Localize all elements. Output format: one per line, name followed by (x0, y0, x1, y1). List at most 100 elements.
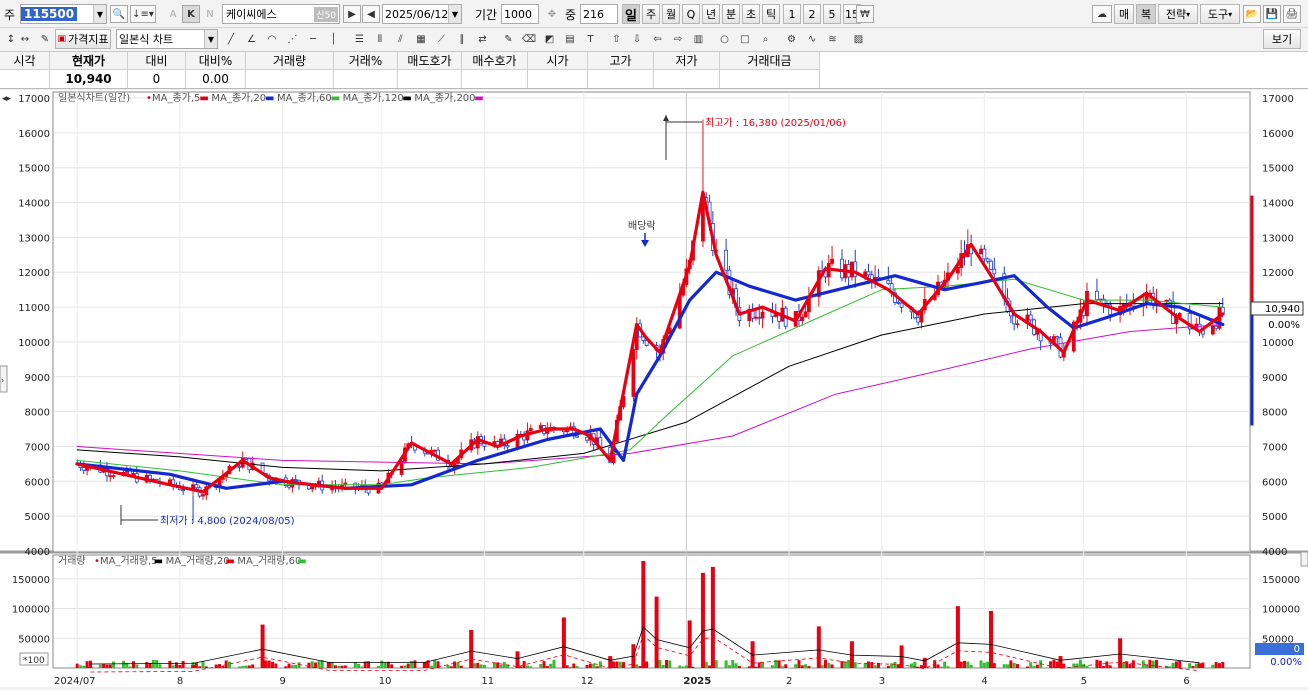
x-tick-label: 2024/07 (54, 676, 96, 687)
count-input[interactable]: 216 (580, 4, 618, 24)
trend-tool-icon[interactable]: ⟋ (433, 30, 451, 48)
candle-body (1095, 290, 1099, 301)
w-interval-button[interactable]: ₩ (856, 5, 874, 23)
text-icon[interactable]: T (582, 30, 600, 48)
channel-tool-icon[interactable]: ⫽ (392, 30, 410, 48)
chevron-down-icon[interactable]: ▼ (204, 30, 217, 48)
fan-tool-icon[interactable]: ⋰ (284, 30, 302, 48)
pencil-icon[interactable]: ✎ (500, 30, 518, 48)
price-tick-left: 8000 (25, 408, 50, 419)
cloud-icon[interactable]: ☁ (1092, 5, 1112, 23)
interval-button[interactable]: Q (682, 4, 700, 24)
n-button[interactable]: N (201, 5, 219, 23)
volume-bar (873, 665, 877, 668)
stock-code-combo[interactable]: 115500 ▼ (20, 4, 107, 24)
quote-value: 0.00 (186, 70, 246, 88)
line-tool-icon[interactable]: ╱ (222, 30, 240, 48)
print-icon[interactable]: 🖨 (1283, 5, 1301, 23)
zoom-icon[interactable]: ⌕ (757, 30, 775, 48)
period-input[interactable]: 1000 (501, 4, 539, 24)
volume-bar (700, 572, 705, 668)
erase-icon[interactable]: ⌫ (520, 30, 538, 48)
parallel-tool-icon[interactable]: ∥ (453, 30, 471, 48)
up-arrow-icon[interactable]: ⇧ (608, 30, 626, 48)
next-arrow-icon[interactable]: ▶ (343, 5, 361, 23)
view-button[interactable]: 보기 (1263, 29, 1301, 49)
volume-legend-marker: ▬ (154, 556, 163, 567)
period-tool-icon[interactable]: ▦ (412, 30, 430, 48)
volume-bar (390, 664, 394, 668)
price-legend-marker: ▬ (265, 93, 274, 104)
left-arrow-icon[interactable]: ⇦ (649, 30, 667, 48)
volume-panel (52, 554, 1251, 669)
interval-button[interactable]: 틱 (762, 4, 780, 24)
buy-button[interactable]: 매 (1114, 4, 1134, 24)
a-button[interactable]: A (164, 5, 182, 23)
stock-name: 케이씨에스 (226, 8, 277, 21)
chart-type-select[interactable]: 일본식 차트 ▼ (116, 29, 218, 49)
interval-button[interactable]: 5 (823, 4, 841, 24)
volume-bar (1058, 656, 1063, 668)
rect-icon[interactable]: □ (736, 30, 754, 48)
fill-icon[interactable]: ◩ (541, 30, 559, 48)
hline-tool-icon[interactable]: ─ (304, 30, 322, 48)
save-icon[interactable]: 💾 (1263, 5, 1281, 23)
volume-tick-left: 50000 (18, 634, 50, 645)
chart-area[interactable]: 4000 4000 5000 5000 6000 6000 7000 7000 8000 8000… (0, 90, 1308, 687)
folder-icon[interactable]: 📂 (1243, 5, 1261, 23)
wave-icon[interactable]: ∿ (803, 30, 821, 48)
vline-tool-icon[interactable]: │ (325, 30, 343, 48)
interval-button[interactable]: 년 (702, 4, 720, 24)
strategy-button[interactable]: 전략 ▾ (1158, 4, 1198, 24)
note-icon[interactable]: ▤ (561, 30, 579, 48)
stock-name-field[interactable]: 케이씨에스 신50 (222, 4, 340, 24)
k-button[interactable]: K (182, 5, 200, 23)
volume-bar (479, 664, 483, 668)
prev-arrow-icon[interactable]: ◀ (362, 5, 380, 23)
note-pad-icon[interactable]: ▥ (690, 30, 708, 48)
price-legend-marker: ▬ (474, 93, 483, 104)
sort-icon[interactable]: ↓≡▾ (130, 5, 156, 23)
interval-button[interactable]: 월 (662, 4, 680, 24)
interval-button[interactable]: 2 (803, 4, 821, 24)
arc-tool-icon[interactable]: ◠ (263, 30, 281, 48)
chevron-right-icon[interactable]: › (1, 376, 4, 385)
right-arrow-icon[interactable]: ⇨ (669, 30, 687, 48)
edit-icon[interactable]: ✎ (36, 30, 54, 48)
date-picker[interactable]: 2025/06/12 ▼ (382, 4, 462, 24)
interval-button[interactable]: 1 (783, 4, 801, 24)
copy-button[interactable]: 복 (1136, 4, 1156, 24)
down-arrow-icon[interactable]: ⇩ (628, 30, 646, 48)
pattern-icon[interactable]: ≋ (824, 30, 842, 48)
scroll-arrows-icon[interactable]: ◂▸ (2, 94, 12, 104)
calendar-dropdown-icon[interactable]: ▼ (448, 5, 461, 23)
quote-bar: 시각 현재가 10,940 대비 0 대비% 0.00 거래량 거래% 매도호가 매수호가 시가 고가 저… (0, 52, 1308, 89)
chevron-down-icon[interactable]: ▼ (93, 5, 106, 23)
crosshair-icon[interactable]: ✥ (543, 5, 561, 23)
interval-button[interactable]: 일 (622, 4, 640, 24)
volume-bar (797, 660, 801, 668)
settings-icon[interactable]: ⚙ (783, 30, 801, 48)
price-legend-marker: ▬ (199, 93, 208, 104)
right-panel-handle[interactable] (1300, 551, 1308, 567)
fib-tool-icon[interactable]: ☰ (351, 30, 369, 48)
interval-button[interactable]: 주 (642, 4, 660, 24)
volume-bar (916, 666, 920, 668)
interval-button[interactable]: 분 (722, 4, 740, 24)
search-icon[interactable]: 🔍 (110, 5, 128, 23)
extend-tool-icon[interactable]: ⇄ (474, 30, 492, 48)
tools-button[interactable]: 도구 ▾ (1200, 4, 1240, 24)
angle-tool-icon[interactable]: ∠ (243, 30, 261, 48)
volume-change-label: 0.00% (1270, 657, 1302, 668)
cycle-tool-icon[interactable]: ⦀ (371, 30, 389, 48)
chart-svg[interactable]: 4000 4000 5000 5000 6000 6000 7000 7000 8000 8000… (0, 90, 1308, 687)
circle-icon[interactable]: ○ (716, 30, 734, 48)
image-icon[interactable]: ▨ (850, 30, 868, 48)
volume-bar (198, 666, 202, 668)
volume-bar (800, 665, 804, 668)
volume-bar (545, 666, 549, 668)
indicator-button[interactable]: ▣ 가격지표 (55, 29, 111, 49)
candle-body (181, 489, 186, 492)
left-right-arrow-icon[interactable]: ↔ (16, 30, 34, 48)
interval-button[interactable]: 초 (742, 4, 760, 24)
